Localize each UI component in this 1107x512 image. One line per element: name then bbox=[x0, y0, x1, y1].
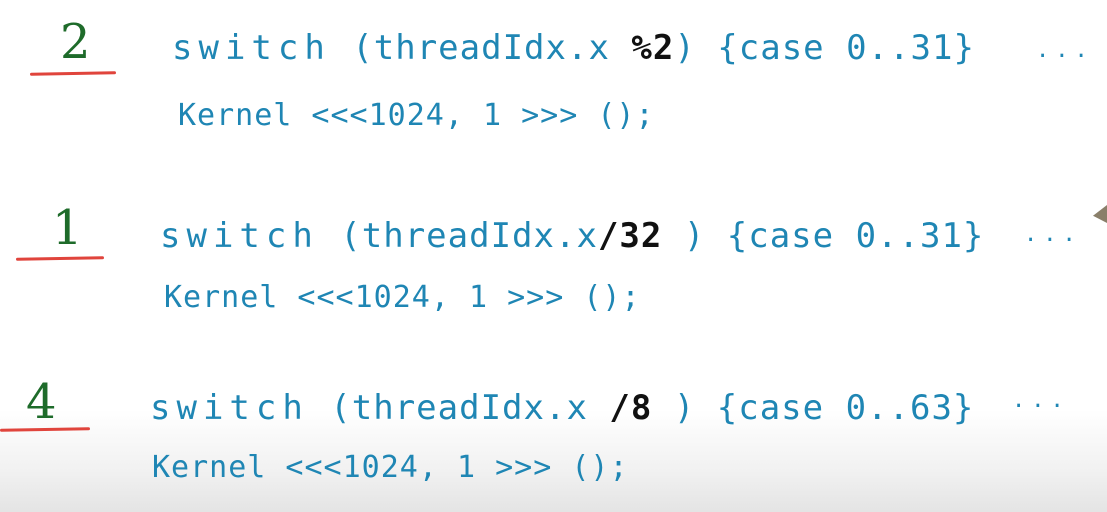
kernel-launch-3: Kernel <<<1024, 1 >>> (); bbox=[152, 450, 629, 485]
answer-2: 1 bbox=[52, 200, 83, 256]
quiz-row-3: 4 switch (threadIdx.x /8 ) {case 0..63} … bbox=[0, 0, 1107, 485]
switch-keyword: switch bbox=[160, 216, 319, 256]
switch-operator: /8 bbox=[609, 388, 653, 428]
kernel-launch-2: Kernel <<<1024, 1 >>> (); bbox=[164, 280, 641, 315]
answer-3: 4 bbox=[26, 374, 57, 430]
switch-expr-post: ) {case 0..31} bbox=[662, 216, 985, 256]
switch-statement-2: switch (threadIdx.x/32 ) {case 0..31} bbox=[160, 216, 984, 256]
whiteboard: 2 switch (threadIdx.x %2) {case 0..31} .… bbox=[0, 0, 1107, 512]
ellipsis-2: ... bbox=[1024, 222, 1082, 247]
switch-statement-3: switch (threadIdx.x /8 ) {case 0..63} bbox=[150, 388, 974, 428]
switch-keyword: switch bbox=[150, 388, 309, 428]
answer-underline-3 bbox=[0, 427, 91, 432]
switch-expr-pre: (threadIdx.x bbox=[318, 216, 598, 256]
pen-tip-icon bbox=[1093, 205, 1107, 223]
switch-operator: /32 bbox=[597, 216, 663, 256]
answer-underline-2 bbox=[15, 256, 105, 261]
ellipsis-3: ... bbox=[1012, 388, 1070, 413]
switch-expr-pre: (threadIdx.x bbox=[308, 388, 610, 428]
switch-expr-post: ) {case 0..63} bbox=[652, 388, 975, 428]
